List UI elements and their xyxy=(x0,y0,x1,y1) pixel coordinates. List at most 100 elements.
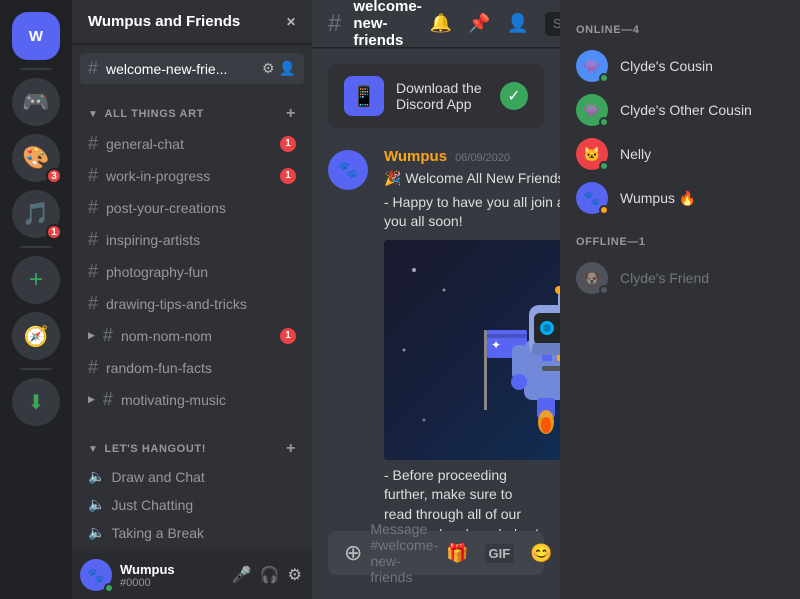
gift-icon[interactable]: 🎁 xyxy=(446,543,468,564)
hangout-section-header[interactable]: ▼ LET'S HANGOUT! + xyxy=(80,436,304,462)
channel-sidebar: Wumpus and Friends ✕ # welcome-new-frie.… xyxy=(72,0,312,599)
member-wumpus[interactable]: 🐾 Wumpus 🔥 xyxy=(568,176,792,220)
add-server-button[interactable]: + xyxy=(12,256,60,304)
server-header[interactable]: Wumpus and Friends ✕ xyxy=(72,0,312,44)
member-name-clydes-friend: Clyde's Friend xyxy=(620,270,709,286)
member-avatar-clydes-other-cousin: 👾 xyxy=(576,94,608,126)
message-input-area: ⊕ Message #welcome-new-friends 🎁 GIF 😊 xyxy=(312,531,560,599)
channel-name-post-your-creations: post-your-creations xyxy=(106,200,296,216)
server-icon-2[interactable]: 🎮 xyxy=(12,78,60,126)
hash-icon: # xyxy=(88,197,98,218)
member-name-wumpus: Wumpus 🔥 xyxy=(620,190,696,207)
message-timestamp: 06/09/2020 xyxy=(455,152,510,164)
channel-random-fun-facts[interactable]: # random-fun-facts xyxy=(80,352,304,383)
active-channel-item[interactable]: # welcome-new-frie... ⚙ 👤 xyxy=(80,53,304,84)
gif-icon[interactable]: GIF xyxy=(485,544,515,563)
channel-drawing-tips[interactable]: # drawing-tips-and-tricks xyxy=(80,288,304,319)
message-header: Wumpus 06/09/2020 xyxy=(384,148,560,165)
notification-bell-icon[interactable]: 🔔 xyxy=(430,13,452,34)
message-cont-text: - Before proceeding further, make sure t… xyxy=(384,466,544,531)
channel-badge-general-chat: 1 xyxy=(280,136,296,152)
status-dot xyxy=(599,205,609,215)
members-icon[interactable]: 👤 xyxy=(507,13,529,34)
channel-work-in-progress[interactable]: # work-in-progress 1 xyxy=(80,160,304,191)
channel-post-your-creations[interactable]: # post-your-creations xyxy=(80,192,304,223)
channel-inspiring-artists[interactable]: # inspiring-artists xyxy=(80,224,304,255)
download-app-button[interactable]: ⬇ xyxy=(12,378,60,426)
hash-icon: # xyxy=(103,325,113,346)
add-channel-icon[interactable]: + xyxy=(286,105,296,123)
channel-header-name: welcome-new-friends xyxy=(353,0,421,49)
message-username: Wumpus xyxy=(384,148,447,165)
pin-icon[interactable]: 📌 xyxy=(468,13,490,34)
channel-general-chat[interactable]: # general-chat 1 xyxy=(80,128,304,159)
channel-photography-fun[interactable]: # photography-fun xyxy=(80,256,304,287)
channel-settings-icon[interactable]: ⚙ xyxy=(262,60,275,77)
mic-icon[interactable]: 🎤 xyxy=(230,563,254,587)
voice-just-chatting[interactable]: 🔈 Just Chatting xyxy=(80,491,304,518)
hash-icon: # xyxy=(88,229,98,250)
status-dot xyxy=(599,161,609,171)
add-attachment-icon[interactable]: ⊕ xyxy=(344,540,362,566)
hangout-section-label: LET'S HANGOUT! xyxy=(105,443,206,455)
member-avatar-clydes-friend: 🐶 xyxy=(576,262,608,294)
collapse-hangout-icon: ▼ xyxy=(88,444,99,455)
hash-icon: # xyxy=(88,58,98,79)
member-clydes-cousin[interactable]: 👾 Clyde's Cousin xyxy=(568,44,792,88)
channel-notifications-icon[interactable]: 👤 xyxy=(279,60,296,77)
robot-image: ✦ xyxy=(384,240,560,460)
offline-section-header: OFFLINE—1 xyxy=(568,236,792,248)
status-dot xyxy=(599,73,609,83)
channel-name-photography-fun: photography-fun xyxy=(106,264,296,280)
search-placeholder: Search xyxy=(553,16,560,31)
channel-name-general-chat: general-chat xyxy=(106,136,274,152)
emoji-icon[interactable]: 😊 xyxy=(530,543,552,564)
voice-channel-name-draw: Draw and Chat xyxy=(111,469,204,485)
message-input: ⊕ Message #welcome-new-friends 🎁 GIF 😊 xyxy=(328,531,544,575)
explore-servers-button[interactable]: 🧭 xyxy=(12,312,60,360)
channel-name-motivating-music: motivating-music xyxy=(121,392,296,408)
user-area: 🐾 Wumpus #0000 🎤 🎧 ⚙ xyxy=(72,551,312,599)
online-section-header: ONLINE—4 xyxy=(568,24,792,36)
collapse-music-icon: ▶ xyxy=(88,394,95,405)
server-badge-4: 1 xyxy=(46,224,62,240)
headset-icon[interactable]: 🎧 xyxy=(258,563,282,587)
user-avatar: 🐾 xyxy=(80,559,112,591)
server-icon-main[interactable]: W xyxy=(12,12,60,60)
input-actions: 🎁 GIF 😊 xyxy=(446,543,553,564)
channel-badge-work-in-progress: 1 xyxy=(280,168,296,184)
server-icon-3[interactable]: 🎨 3 xyxy=(12,134,60,182)
member-clydes-other-cousin[interactable]: 👾 Clyde's Other Cousin xyxy=(568,88,792,132)
settings-icon[interactable]: ⚙ xyxy=(286,563,304,587)
art-section-header[interactable]: ▼ AlL ThINGs ART + xyxy=(80,101,304,127)
add-voice-channel-icon[interactable]: + xyxy=(286,440,296,458)
hash-icon: # xyxy=(88,261,98,282)
channel-motivating-music[interactable]: ▶ # motivating-music xyxy=(80,384,304,415)
member-avatar-wumpus: 🐾 xyxy=(576,182,608,214)
channel-nom-nom-nom[interactable]: ▶ # nom-nom-nom 1 xyxy=(80,320,304,351)
user-controls: 🎤 🎧 ⚙ xyxy=(230,563,304,587)
search-bar[interactable]: Search 🔍 xyxy=(545,12,560,36)
active-channel-name: welcome-new-frie... xyxy=(106,61,256,77)
status-dot xyxy=(599,117,609,127)
voice-channel-name-chat: Just Chatting xyxy=(111,497,193,513)
robot-svg: ✦ xyxy=(394,250,560,450)
voice-taking-a-break[interactable]: 🔈 Taking a Break xyxy=(80,519,304,546)
hash-icon: # xyxy=(88,357,98,378)
header-actions: 🔔 📌 👤 Search 🔍 📥 ❓ xyxy=(430,12,560,36)
message-continuation: - Before proceeding further, make sure t… xyxy=(312,464,560,531)
member-name-nelly: Nelly xyxy=(620,146,651,162)
server-icon-4[interactable]: 🎵 1 xyxy=(12,190,60,238)
member-avatar-clydes-cousin: 👾 xyxy=(576,50,608,82)
member-avatar-nelly: 🐱 xyxy=(576,138,608,170)
channel-badge-nom: 1 xyxy=(280,328,296,344)
member-clydes-friend[interactable]: 🐶 Clyde's Friend xyxy=(568,256,792,300)
channel-header: # welcome-new-friends 🔔 📌 👤 Search 🔍 📥 ❓ xyxy=(312,0,560,48)
voice-draw-and-chat[interactable]: 🔈 Draw and Chat xyxy=(80,463,304,490)
messages-area[interactable]: 📱 Download the Discord App ✓ 🐾 Wumpus 06… xyxy=(312,48,560,531)
svg-text:✦: ✦ xyxy=(491,338,501,352)
members-sidebar: ONLINE—4 👾 Clyde's Cousin 👾 Clyde's Othe… xyxy=(560,0,800,599)
member-nelly[interactable]: 🐱 Nelly xyxy=(568,132,792,176)
message-cont-content: - Before proceeding further, make sure t… xyxy=(384,466,544,531)
banner-text: Download the Discord App xyxy=(396,80,488,112)
